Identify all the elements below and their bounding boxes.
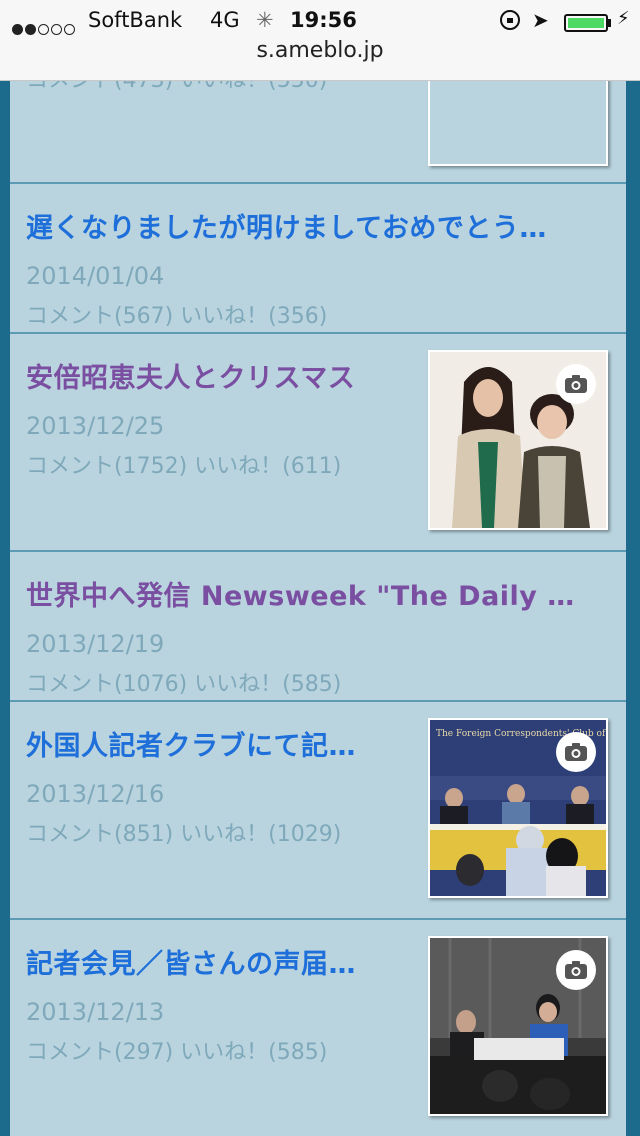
entry-thumbnail[interactable] (428, 350, 608, 530)
entry-meta: コメント(567) いいね！(356) (26, 304, 328, 329)
entry-title[interactable]: 遅くなりましたが明けましておめでとう… (26, 206, 547, 245)
status-bar: SoftBank 4G ✳ 19:56 ➤ ⚡ s.ameblo.jp (0, 0, 640, 81)
camera-icon (556, 732, 596, 772)
entry-title[interactable]: 記者会見／皆さんの声届… (26, 942, 356, 981)
list-item[interactable]: 世界中へ発信 Newsweek "The Daily … 2013/12/19 … (10, 552, 626, 702)
activity-spinner-icon: ✳ (256, 8, 274, 32)
charging-icon: ⚡ (617, 8, 630, 29)
entry-title[interactable]: 安倍昭恵夫人とクリスマス (26, 356, 355, 395)
location-arrow-icon: ➤ (532, 8, 549, 32)
battery-icon (564, 14, 608, 32)
list-item[interactable]: 遅くなりましたが明けましておめでとう… 2014/01/04 コメント(567)… (10, 184, 626, 334)
list-item[interactable]: 外国人記者クラブにて記… 2013/12/16 コメント(851) いいね！(1… (10, 702, 626, 920)
list-item[interactable]: 安倍昭恵夫人とクリスマス 2013/12/25 コメント(1752) いいね！(… (10, 334, 626, 552)
list-item[interactable]: 記者会見／皆さんの声届… 2013/12/13 コメント(297) いいね！(5… (10, 920, 626, 1136)
entry-thumbnail[interactable] (428, 936, 608, 1116)
camera-icon (556, 364, 596, 404)
entry-meta: コメント(1752) いいね！(611) (26, 454, 342, 479)
entry-title[interactable]: 外国人記者クラブにて記… (26, 724, 356, 763)
entry-date: 2013/12/25 (26, 412, 165, 440)
carrier-name: SoftBank (88, 8, 183, 32)
entry-date: 2013/12/13 (26, 998, 165, 1026)
entry-date: 2013/12/16 (26, 780, 165, 808)
camera-icon (556, 950, 596, 990)
status-time: 19:56 (290, 8, 357, 32)
address-bar-url[interactable]: s.ameblo.jp (0, 38, 640, 63)
rotation-lock-icon (500, 10, 520, 30)
entry-title[interactable]: 世界中へ発信 Newsweek "The Daily … (26, 574, 575, 613)
article-list: コメント(473) いいね！(550) 遅くなりましたが明けましておめでとう… … (10, 0, 626, 1136)
signal-strength-icon (12, 16, 77, 40)
network-type: 4G (210, 8, 240, 32)
entry-meta: コメント(1076) いいね！(585) (26, 672, 342, 697)
entry-thumbnail[interactable]: The Foreign Correspondents' Club of Japa… (428, 718, 608, 898)
entry-meta: コメント(297) いいね！(585) (26, 1040, 328, 1065)
entry-date: 2013/12/19 (26, 630, 165, 658)
entry-meta: コメント(851) いいね！(1029) (26, 822, 342, 847)
battery-tip (608, 19, 611, 27)
entry-date: 2014/01/04 (26, 262, 165, 290)
